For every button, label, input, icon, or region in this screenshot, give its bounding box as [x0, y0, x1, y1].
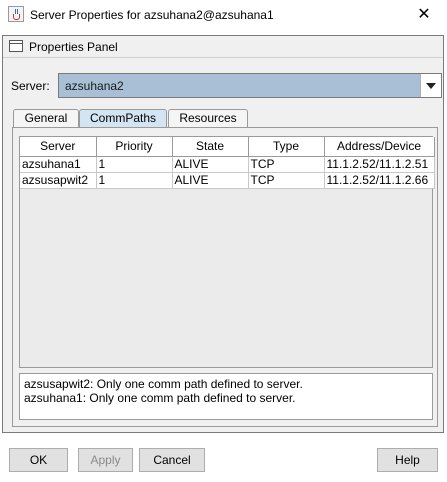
apply-button[interactable]: Apply — [78, 448, 133, 472]
commpaths-tab-content: Server Priority State Type Address/Devic… — [12, 127, 438, 427]
cell-address: 11.1.2.52/11.1.2.51 — [324, 156, 435, 173]
table-row[interactable]: azsusapwit2 1 ALIVE TCP 11.1.2.52/11.1.2… — [20, 172, 435, 189]
column-header-type[interactable]: Type — [248, 137, 325, 157]
commpaths-table-area: Server Priority State Type Address/Devic… — [19, 136, 435, 368]
column-header-state[interactable]: State — [172, 137, 249, 157]
ok-button[interactable]: OK — [9, 448, 68, 472]
properties-panel: Properties Panel Server: azsuhana2 Gener… — [2, 35, 444, 433]
dialog-body: Properties Panel Server: azsuhana2 Gener… — [0, 31, 447, 482]
help-button[interactable]: Help — [377, 448, 438, 472]
messages-box: azsusapwit2: Only one comm path defined … — [19, 373, 433, 420]
cell-type: TCP — [248, 172, 325, 189]
commpaths-table: Server Priority State Type Address/Devic… — [20, 137, 435, 189]
cell-server: azsuhana1 — [20, 156, 97, 173]
cell-priority: 1 — [96, 156, 173, 173]
cell-state: ALIVE — [172, 172, 249, 189]
message-line: azsuhana1: Only one comm path defined to… — [24, 391, 296, 405]
column-header-server[interactable]: Server — [20, 137, 97, 157]
server-dropdown[interactable]: azsuhana2 — [58, 73, 442, 98]
server-dropdown-value: azsuhana2 — [65, 79, 124, 93]
cancel-button[interactable]: Cancel — [139, 448, 205, 472]
cell-server: azsusapwit2 — [20, 172, 97, 189]
cell-state: ALIVE — [172, 156, 249, 173]
chevron-down-icon — [426, 83, 436, 89]
tab-general[interactable]: General — [13, 109, 79, 127]
panel-header: Properties Panel — [3, 36, 443, 58]
cell-address: 11.1.2.52/11.1.2.66 — [324, 172, 435, 189]
column-header-priority[interactable]: Priority — [96, 137, 173, 157]
window-title: Server Properties for azsuhana2@azsuhana… — [30, 8, 274, 22]
dropdown-arrow-button[interactable] — [420, 74, 441, 97]
message-line: azsusapwit2: Only one comm path defined … — [24, 377, 303, 391]
column-header-address[interactable]: Address/Device — [324, 137, 435, 157]
tab-resources[interactable]: Resources — [168, 109, 248, 127]
panel-title: Properties Panel — [29, 40, 118, 54]
window-title-bar: Server Properties for azsuhana2@azsuhana… — [0, 0, 447, 31]
cell-priority: 1 — [96, 172, 173, 189]
tab-commpaths[interactable]: CommPaths — [79, 109, 167, 128]
panel-window-icon — [9, 40, 23, 52]
cell-type: TCP — [248, 156, 325, 173]
close-icon[interactable]: ✕ — [401, 0, 447, 30]
table-header-row: Server Priority State Type Address/Devic… — [20, 137, 435, 157]
server-label: Server: — [11, 79, 50, 93]
java-app-icon — [8, 6, 24, 22]
table-row[interactable]: azsuhana1 1 ALIVE TCP 11.1.2.52/11.1.2.5… — [20, 156, 435, 173]
